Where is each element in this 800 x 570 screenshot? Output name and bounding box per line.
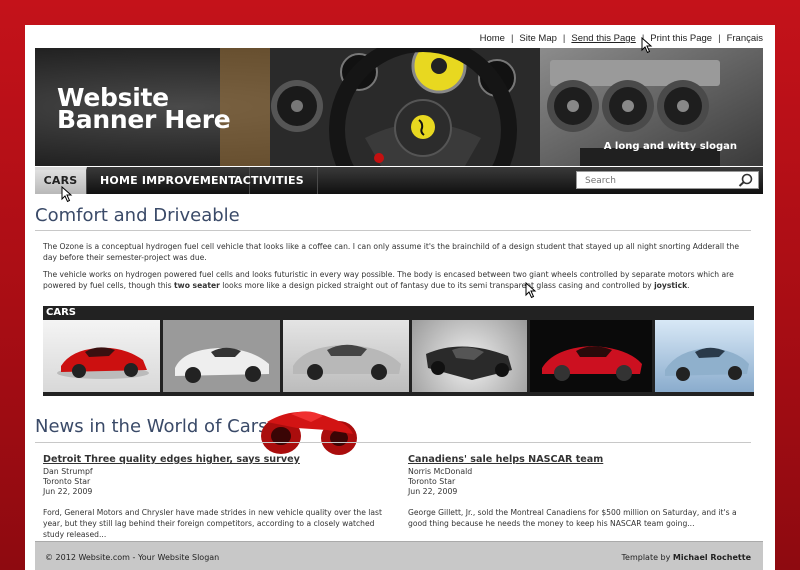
- separator: |: [562, 33, 566, 44]
- sitemap-link[interactable]: Site Map: [519, 33, 557, 44]
- article-paragraph: The Ozone is a conceptual hydrogen fuel …: [43, 242, 740, 262]
- search-input[interactable]: [585, 174, 735, 187]
- news-headline-link[interactable]: Canadiens' sale helps NASCAR team: [408, 454, 753, 465]
- gallery-thumb-white-car[interactable]: [163, 320, 280, 392]
- news-item: Canadiens' sale helps NASCAR team Norris…: [408, 454, 753, 529]
- banner-title: Website Banner Here: [57, 83, 231, 134]
- page-title: Comfort and Driveable: [35, 205, 240, 226]
- divider: [35, 230, 751, 231]
- search-icon[interactable]: [738, 173, 754, 187]
- print-page-link[interactable]: Print this Page: [650, 33, 712, 44]
- news-item: Detroit Three quality edges higher, says…: [43, 454, 388, 540]
- gallery-title: CARS: [46, 307, 76, 318]
- search-box: [576, 171, 759, 189]
- nav-tab-activities[interactable]: ACTIVITIES: [221, 167, 318, 194]
- cursor-pointer-icon: [525, 282, 537, 299]
- banner-slogan: A long and witty slogan: [603, 141, 737, 152]
- gallery-thumb-silver-car[interactable]: [283, 320, 409, 392]
- gallery-thumb-dark-car[interactable]: [412, 320, 527, 392]
- footer-copyright: © 2012 Website.com - Your Website Slogan: [45, 553, 220, 562]
- gallery-thumb-red-car-dark[interactable]: [530, 320, 652, 392]
- article-paragraph: The vehicle works on hydrogen powered fu…: [43, 269, 755, 291]
- bold-text: joystick: [654, 281, 688, 290]
- page-container: Home | Site Map | Send this Page | Print…: [25, 25, 775, 570]
- divider: [35, 442, 751, 443]
- footer-credit: Template by Michael Rochette: [622, 553, 752, 562]
- footer: © 2012 Website.com - Your Website Slogan…: [35, 541, 763, 570]
- paragraph-text: .: [687, 281, 690, 290]
- home-link[interactable]: Home: [480, 33, 505, 44]
- cursor-pointer-icon: [61, 186, 73, 203]
- footer-credit-label: Template by: [621, 553, 673, 562]
- news-headline-link[interactable]: Detroit Three quality edges higher, says…: [43, 454, 388, 465]
- news-summary: Ford, General Motors and Chrysler have m…: [43, 508, 382, 539]
- main-nav: CARS HOME IMPROVEMENT ACTIVITIES: [35, 167, 763, 194]
- gallery-thumb-blue-car[interactable]: [655, 320, 754, 392]
- motorcycle-image: [261, 411, 357, 455]
- cars-gallery: CARS: [43, 306, 754, 396]
- francais-link[interactable]: Français: [727, 33, 763, 44]
- news-section-title: News in the World of Cars: [35, 416, 268, 437]
- footer-author: Michael Rochette: [672, 553, 751, 562]
- news-author: Norris McDonald: [408, 467, 473, 476]
- news-author: Dan Strumpf: [43, 467, 93, 476]
- banner: Website Banner Here A long and witty slo…: [35, 48, 763, 166]
- news-source: Toronto Star: [43, 477, 91, 486]
- separator: |: [718, 33, 721, 44]
- bold-text: two seater: [174, 281, 220, 290]
- cursor-pointer-icon: [641, 37, 653, 54]
- news-date: Jun 22, 2009: [43, 487, 93, 496]
- news-summary: George Gillett, Jr., sold the Montreal C…: [408, 508, 737, 528]
- top-links: Home | Site Map | Send this Page | Print…: [480, 33, 763, 44]
- news-date: Jun 22, 2009: [408, 487, 458, 496]
- send-page-link[interactable]: Send this Page: [571, 33, 635, 44]
- news-source: Toronto Star: [408, 477, 456, 486]
- paragraph-text: looks more like a design picked straight…: [219, 281, 655, 290]
- separator: |: [510, 33, 514, 44]
- gallery-thumb-red-car[interactable]: [43, 320, 160, 392]
